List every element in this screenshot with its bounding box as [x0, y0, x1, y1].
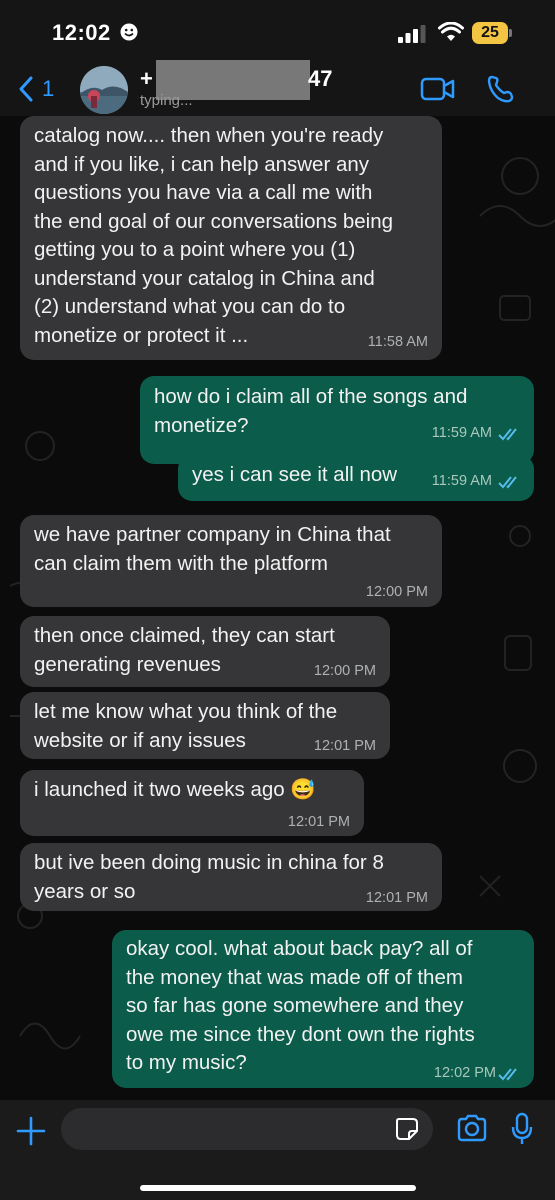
read-receipt-icon: [498, 476, 517, 489]
message-time: 11:58 AM: [367, 334, 428, 350]
contact-name-suffix[interactable]: 47: [308, 66, 332, 92]
message-text: we have partner company in China that ca…: [34, 523, 391, 575]
contact-name-prefix[interactable]: +: [140, 66, 153, 92]
message-bubble-incoming[interactable]: i launched it two weeks ago 😅 12:01 PM: [20, 770, 364, 836]
message-text: i launched it two weeks ago 😅: [34, 778, 316, 801]
message-text: catalog now.... then when you're ready a…: [34, 124, 394, 347]
message-text: okay cool. what about back pay? all of t…: [126, 937, 475, 1074]
avatar-photo: [80, 66, 128, 114]
message-bubble-incoming[interactable]: then once claimed, they can start genera…: [20, 616, 390, 687]
battery-level: 25: [481, 24, 499, 41]
message-bubble-incoming[interactable]: we have partner company in China that ca…: [20, 515, 442, 607]
message-time: 11:59 AM: [431, 425, 492, 441]
battery-tip: [509, 29, 512, 37]
camera-icon[interactable]: [456, 1114, 488, 1142]
smiley-face-icon: [120, 23, 138, 41]
avatar[interactable]: [80, 66, 128, 114]
message-bubble-incoming[interactable]: but ive been doing music in china for 8 …: [20, 843, 442, 911]
cell-signal-icon: [398, 25, 426, 43]
home-indicator: [140, 1185, 416, 1191]
message-bubble-outgoing[interactable]: how do i claim all of the songs and mone…: [140, 376, 534, 464]
microphone-icon[interactable]: [510, 1112, 534, 1146]
message-time: 12:01 PM: [313, 738, 376, 754]
unread-count[interactable]: 1: [42, 76, 54, 102]
phone-call-icon[interactable]: [486, 74, 514, 104]
message-time: 12:00 PM: [313, 663, 376, 679]
chat-header: 1 + 47 typing...: [0, 60, 555, 116]
status-bar: 12:02 25: [0, 0, 555, 60]
video-call-icon[interactable]: [420, 76, 456, 102]
message-bubble-outgoing[interactable]: okay cool. what about back pay? all of t…: [112, 930, 534, 1088]
chevron-left-icon[interactable]: [18, 76, 34, 102]
message-bubble-incoming[interactable]: let me know what you think of the websit…: [20, 692, 390, 759]
whatsapp-chat-screen: 12:02 25 1 + 47 typing... catalog now...…: [0, 0, 555, 1200]
message-bubble-incoming[interactable]: catalog now.... then when you're ready a…: [20, 116, 442, 360]
status-time: 12:02: [52, 20, 111, 45]
typing-status: typing...: [140, 92, 193, 109]
sticker-icon[interactable]: [395, 1117, 419, 1141]
message-list[interactable]: catalog now.... then when you're ready a…: [0, 116, 555, 1100]
read-receipt-icon: [498, 428, 517, 441]
message-input[interactable]: [61, 1108, 433, 1150]
wifi-icon: [438, 22, 464, 41]
message-bubble-outgoing[interactable]: yes i can see it all now 11:59 AM: [178, 455, 534, 501]
message-time: 11:59 AM: [431, 473, 492, 489]
message-time: 12:01 PM: [365, 890, 428, 906]
message-composer: [0, 1100, 555, 1200]
message-time: 12:02 PM: [433, 1065, 496, 1081]
message-time: 12:00 PM: [365, 584, 428, 600]
message-time: 12:01 PM: [287, 814, 350, 830]
read-receipt-icon: [498, 1068, 517, 1081]
plus-icon[interactable]: [16, 1116, 46, 1146]
battery-icon: 25: [472, 22, 514, 44]
